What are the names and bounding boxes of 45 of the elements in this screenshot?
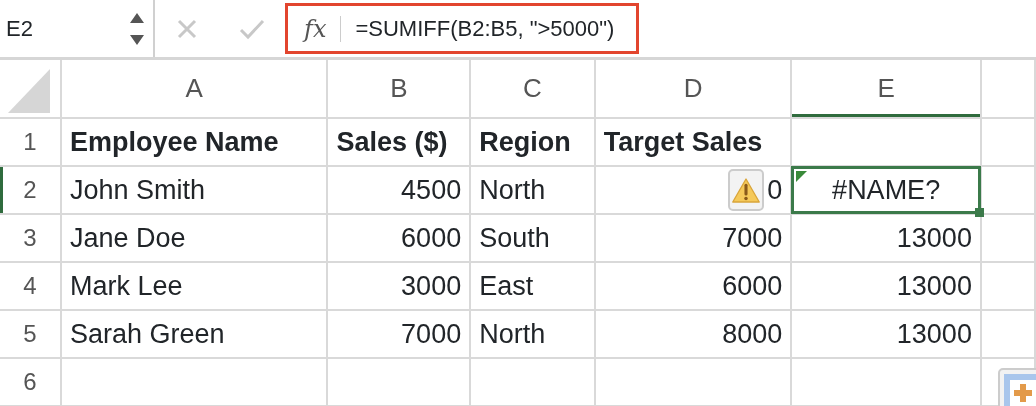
row-header[interactable]: 6 [0, 358, 61, 406]
formula-text: =SUMIFF(B2:B5, ">5000") [355, 15, 615, 43]
error-indicator-icon [796, 171, 808, 182]
table-cell: Employee Name [61, 118, 328, 166]
function-icon[interactable]: fx [304, 10, 327, 47]
table-cell: 3000 [327, 262, 471, 310]
table-cell: Mark Lee [61, 262, 328, 310]
row-header[interactable]: 2 [0, 166, 61, 214]
table-cell: Region [470, 118, 595, 166]
row-header[interactable]: 4 [0, 262, 61, 310]
table-cell: 13000 [791, 310, 981, 358]
table-cell: #NAME? [791, 166, 981, 214]
table-cell: 6000 [594, 262, 792, 310]
column-header[interactable]: C [470, 60, 595, 118]
table-cell: Sarah Green [61, 310, 328, 358]
table-cell: Target Sales [594, 118, 792, 166]
warning-button[interactable] [728, 169, 765, 211]
table-cell: John Smith [61, 166, 328, 214]
cancel-icon[interactable] [175, 17, 198, 40]
plus-icon[interactable] [998, 368, 1036, 406]
table-cell: Sales ($) [327, 118, 471, 166]
formula-bar[interactable]: fx =SUMIFF(B2:B5, ">5000") [285, 3, 640, 54]
table-cell: 4500 [327, 166, 471, 214]
check-icon[interactable] [238, 17, 265, 40]
table-cell: North [470, 166, 595, 214]
column-header[interactable]: B [327, 60, 471, 118]
name-box[interactable]: E2 [0, 0, 155, 57]
table-cell: 8000 [594, 310, 792, 358]
table-cell: 7000 [327, 310, 471, 358]
table-cell: Jane Doe [61, 214, 328, 262]
fill-handle[interactable] [974, 208, 984, 217]
column-header[interactable]: E [791, 60, 981, 118]
column-header[interactable]: A [61, 60, 328, 118]
row-header[interactable]: 5 [0, 310, 61, 358]
row-header[interactable]: 1 [0, 118, 61, 166]
table-cell: 0 [594, 166, 792, 214]
table-cell: 13000 [791, 262, 981, 310]
column-header[interactable]: D [594, 60, 792, 118]
table-cell: East [470, 262, 595, 310]
row-header[interactable]: 3 [0, 214, 61, 262]
table-cell: 6000 [327, 214, 471, 262]
table-cell: North [470, 310, 595, 358]
table-cell: South [470, 214, 595, 262]
table-cell: 7000 [594, 214, 792, 262]
table-cell: 13000 [791, 214, 981, 262]
